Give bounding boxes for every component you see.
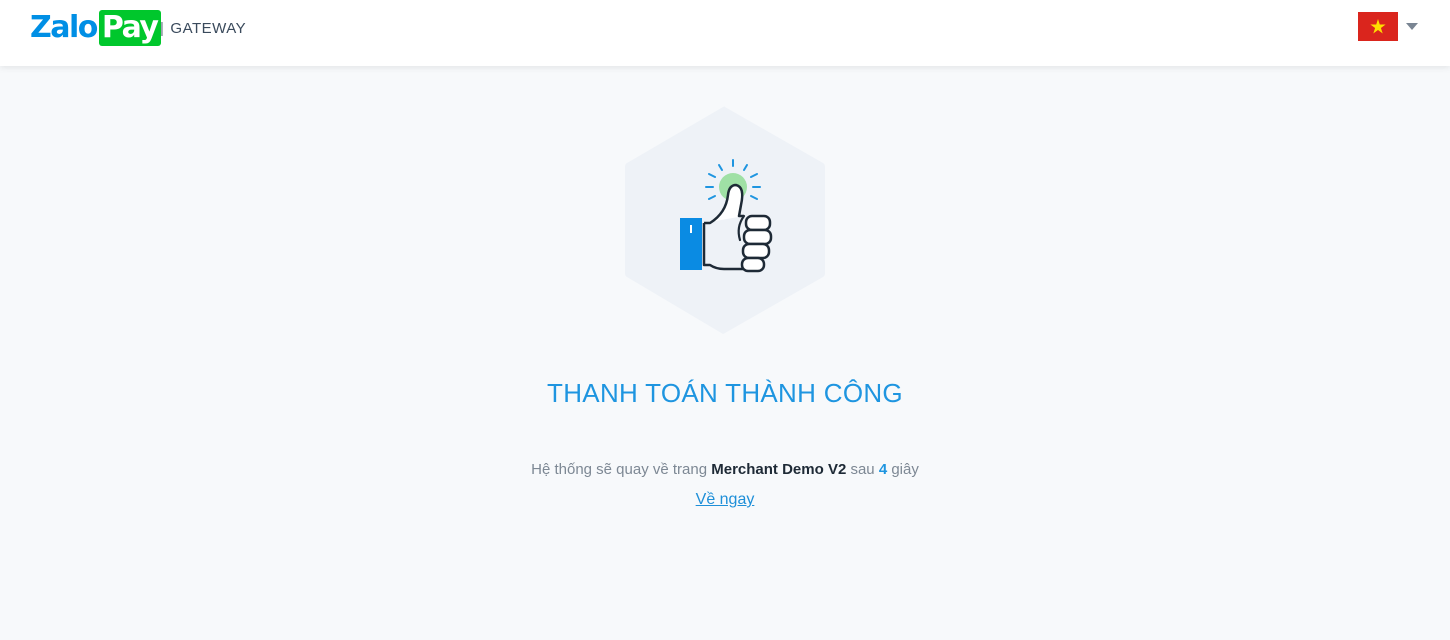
- language-selector[interactable]: [1358, 12, 1418, 41]
- message-prefix: Hệ thống sẽ quay về trang: [531, 461, 708, 478]
- separator: |: [160, 20, 165, 37]
- return-now-link[interactable]: Về ngay: [696, 491, 755, 508]
- logo-pay-text: Pay: [98, 10, 162, 46]
- caret-down-icon: [1406, 23, 1418, 30]
- success-illustration: [624, 105, 826, 335]
- success-title: THANH TOÁN THÀNH CÔNG: [547, 378, 903, 408]
- gateway-text: GATEWAY: [170, 20, 247, 37]
- gateway-label: | GATEWAY: [160, 19, 246, 39]
- vietnam-flag-icon: [1358, 12, 1398, 41]
- message-middle: sau: [850, 461, 875, 478]
- countdown-seconds: 4: [878, 461, 888, 478]
- back-link-wrap: Về ngay: [0, 489, 1450, 511]
- top-header: Zalo Pay | GATEWAY: [0, 0, 1450, 66]
- merchant-name: Merchant Demo V2: [711, 461, 847, 478]
- redirect-message: Hệ thống sẽ quay về trang Merchant Demo …: [0, 459, 1450, 481]
- zalopay-logo[interactable]: Zalo Pay: [30, 10, 162, 46]
- logo-zalo-text: Zalo: [30, 10, 98, 45]
- message-suffix: giây: [891, 461, 919, 478]
